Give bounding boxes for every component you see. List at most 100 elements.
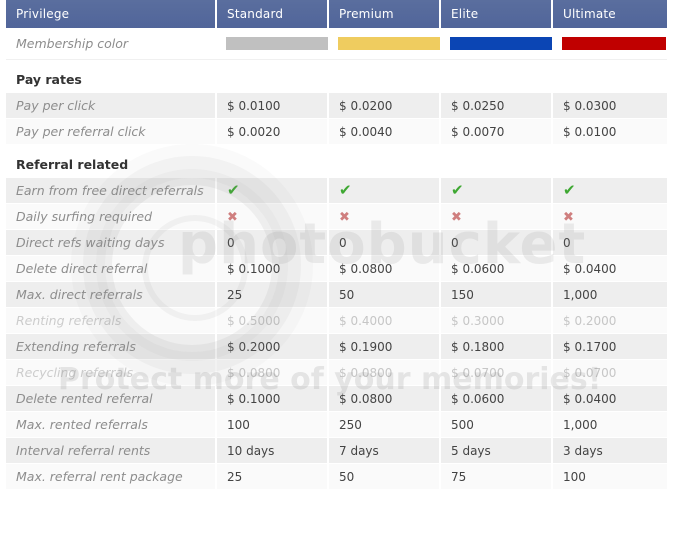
table-header: Privilege Standard Premium Elite Ultimat… <box>6 0 667 28</box>
section-header-row: Pay rates <box>6 59 667 93</box>
table-row: Membership color <box>6 28 667 60</box>
cell-pay-per-referral-click-elite: $ 0.0070 <box>440 118 553 145</box>
table-row: Delete direct referral $ 0.1000 $ 0.0800 $ … <box>6 255 667 282</box>
color-swatch-premium <box>338 37 442 50</box>
cell-interval-referral-rents-elite: 5 days <box>440 437 553 464</box>
cell-max-referral-rent-package-elite: 75 <box>440 463 553 490</box>
cell-max-referral-rent-package-premium: 50 <box>328 463 441 490</box>
privileges-table: Privilege Standard Premium Elite Ultimat… <box>6 0 667 490</box>
row-label-interval-referral-rents: Interval referral rents <box>6 437 217 464</box>
cell-delete-rented-referral-ultimate: $ 0.0400 <box>552 385 667 412</box>
cross-icon: ✖ <box>339 209 350 225</box>
section-header-row: Referral related <box>6 144 667 178</box>
column-header-elite: Elite <box>440 0 553 28</box>
cell-delete-direct-referral-standard: $ 0.1000 <box>216 255 329 282</box>
row-label-renting-referrals: Renting referrals <box>6 307 217 334</box>
cell-direct-refs-waiting-days-elite: 0 <box>440 229 553 256</box>
cell-daily-surfing-required-ultimate: ✖ <box>552 203 667 230</box>
cell-max-rented-referrals-elite: 500 <box>440 411 553 438</box>
cell-max-referral-rent-package-standard: 25 <box>216 463 329 490</box>
table-row: Pay per referral click $ 0.0020 $ 0.0040 $ … <box>6 118 667 145</box>
table-row: Direct refs waiting days 0 0 0 0 <box>6 229 667 256</box>
cell-delete-rented-referral-premium: $ 0.0800 <box>328 385 441 412</box>
cell-earn-from-free-direct-referrals-ultimate: ✔ <box>552 177 667 204</box>
column-header-privilege: Privilege <box>6 0 217 28</box>
cell-max-direct-referrals-ultimate: 1,000 <box>552 281 667 308</box>
table-row: Max. referral rent package 25 50 75 100 <box>6 463 667 490</box>
cell-delete-direct-referral-ultimate: $ 0.0400 <box>552 255 667 282</box>
cell-direct-refs-waiting-days-standard: 0 <box>216 229 329 256</box>
check-icon: ✔ <box>227 181 240 199</box>
row-label-pay-per-referral-click: Pay per referral click <box>6 118 217 145</box>
table-body: Membership color Pay rates Pay per click $ … <box>6 28 667 490</box>
row-label-max-rented-referrals: Max. rented referrals <box>6 411 217 438</box>
table-row: Extending referrals $ 0.2000 $ 0.1900 $ 0.1… <box>6 333 667 360</box>
column-header-standard: Standard <box>216 0 329 28</box>
row-label-max-referral-rent-package: Max. referral rent package <box>6 463 217 490</box>
check-icon: ✔ <box>339 181 352 199</box>
cell-pay-per-click-elite: $ 0.0250 <box>440 92 553 119</box>
cell-membership-color-ultimate <box>552 28 667 60</box>
cell-renting-referrals-ultimate: $ 0.2000 <box>552 307 667 334</box>
cell-extending-referrals-ultimate: $ 0.1700 <box>552 333 667 360</box>
cell-delete-direct-referral-premium: $ 0.0800 <box>328 255 441 282</box>
cell-recycling-referrals-elite: $ 0.0700 <box>440 359 553 386</box>
cross-icon: ✖ <box>451 209 462 225</box>
cell-recycling-referrals-ultimate: $ 0.0700 <box>552 359 667 386</box>
table-row: Earn from free direct referrals ✔ ✔ ✔ ✔ <box>6 177 667 204</box>
cell-membership-color-premium <box>328 28 442 60</box>
table-row: Interval referral rents 10 days 7 days 5 da… <box>6 437 667 464</box>
table-row: Max. direct referrals 25 50 150 1,000 <box>6 281 667 308</box>
check-icon: ✔ <box>563 181 576 199</box>
row-label-daily-surfing-required: Daily surfing required <box>6 203 217 230</box>
cell-renting-referrals-elite: $ 0.3000 <box>440 307 553 334</box>
cross-icon: ✖ <box>563 209 574 225</box>
cell-extending-referrals-standard: $ 0.2000 <box>216 333 329 360</box>
color-swatch-standard <box>226 37 330 50</box>
row-label-delete-direct-referral: Delete direct referral <box>6 255 217 282</box>
cross-icon: ✖ <box>227 209 238 225</box>
cell-interval-referral-rents-ultimate: 3 days <box>552 437 667 464</box>
section-title-pay-rates: Pay rates <box>6 59 667 93</box>
cell-max-direct-referrals-premium: 50 <box>328 281 441 308</box>
row-label-earn-from-free-direct-referrals: Earn from free direct referrals <box>6 177 217 204</box>
cell-earn-from-free-direct-referrals-standard: ✔ <box>216 177 329 204</box>
row-label-delete-rented-referral: Delete rented referral <box>6 385 217 412</box>
cell-delete-direct-referral-elite: $ 0.0600 <box>440 255 553 282</box>
cell-max-direct-referrals-elite: 150 <box>440 281 553 308</box>
cell-membership-color-standard <box>216 28 330 60</box>
cell-max-rented-referrals-standard: 100 <box>216 411 329 438</box>
cell-pay-per-referral-click-premium: $ 0.0040 <box>328 118 441 145</box>
cell-max-rented-referrals-premium: 250 <box>328 411 441 438</box>
table-row: Max. rented referrals 100 250 500 1,000 <box>6 411 667 438</box>
row-label-extending-referrals: Extending referrals <box>6 333 217 360</box>
cell-max-referral-rent-package-ultimate: 100 <box>552 463 667 490</box>
cell-recycling-referrals-standard: $ 0.0800 <box>216 359 329 386</box>
cell-pay-per-click-standard: $ 0.0100 <box>216 92 329 119</box>
column-header-premium: Premium <box>328 0 441 28</box>
cell-pay-per-referral-click-ultimate: $ 0.0100 <box>552 118 667 145</box>
row-label-direct-refs-waiting-days: Direct refs waiting days <box>6 229 217 256</box>
cell-daily-surfing-required-standard: ✖ <box>216 203 329 230</box>
section-title-referral-related: Referral related <box>6 144 667 178</box>
cell-earn-from-free-direct-referrals-premium: ✔ <box>328 177 441 204</box>
privileges-page: photobucket Protect more of your memorie… <box>0 0 673 538</box>
row-label-max-direct-referrals: Max. direct referrals <box>6 281 217 308</box>
column-header-ultimate: Ultimate <box>552 0 667 28</box>
cell-daily-surfing-required-premium: ✖ <box>328 203 441 230</box>
cell-interval-referral-rents-premium: 7 days <box>328 437 441 464</box>
cell-pay-per-referral-click-standard: $ 0.0020 <box>216 118 329 145</box>
cell-renting-referrals-premium: $ 0.4000 <box>328 307 441 334</box>
cell-renting-referrals-standard: $ 0.5000 <box>216 307 329 334</box>
cell-recycling-referrals-premium: $ 0.0800 <box>328 359 441 386</box>
cell-max-rented-referrals-ultimate: 1,000 <box>552 411 667 438</box>
cell-max-direct-referrals-standard: 25 <box>216 281 329 308</box>
color-swatch-ultimate <box>562 37 666 50</box>
table-row: Renting referrals $ 0.5000 $ 0.4000 $ 0.300… <box>6 307 667 334</box>
cell-direct-refs-waiting-days-ultimate: 0 <box>552 229 667 256</box>
cell-daily-surfing-required-elite: ✖ <box>440 203 553 230</box>
cell-extending-referrals-elite: $ 0.1800 <box>440 333 553 360</box>
table-row: Delete rented referral $ 0.1000 $ 0.0800 $ … <box>6 385 667 412</box>
row-label-recycling-referrals: Recycling referrals <box>6 359 217 386</box>
cell-pay-per-click-premium: $ 0.0200 <box>328 92 441 119</box>
